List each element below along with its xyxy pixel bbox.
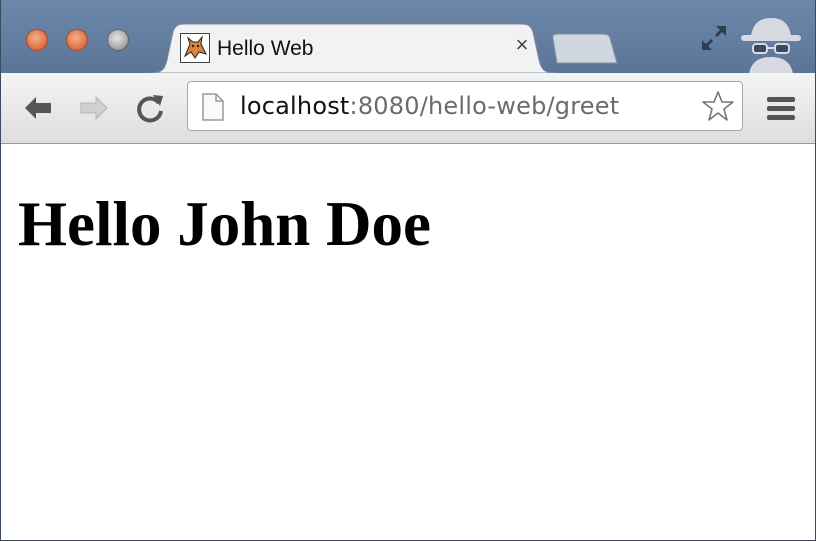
- url-host: localhost: [240, 92, 350, 120]
- incognito-icon: [741, 18, 801, 74]
- page-content: Hello John Doe: [1, 144, 815, 540]
- menu-icon[interactable]: [765, 95, 797, 123]
- back-arrow-icon[interactable]: [21, 91, 55, 125]
- url-text: localhost:8080/hello-web/greet: [240, 92, 619, 120]
- reload-icon[interactable]: [133, 91, 167, 125]
- url-path: :8080/hello-web/greet: [349, 92, 620, 120]
- tab-hello-web[interactable]: Hello Web ×: [151, 24, 555, 73]
- forward-arrow-icon[interactable]: [77, 91, 111, 125]
- star-icon[interactable]: [701, 89, 735, 123]
- tab-close-icon[interactable]: ×: [511, 34, 533, 56]
- tomcat-favicon: [180, 33, 210, 63]
- window-close-button[interactable]: [26, 29, 48, 51]
- page-icon: [202, 93, 224, 121]
- fullscreen-icon[interactable]: [698, 22, 730, 54]
- new-tab-button[interactable]: [551, 33, 619, 65]
- address-bar[interactable]: localhost:8080/hello-web/greet: [187, 81, 743, 131]
- browser-toolbar: localhost:8080/hello-web/greet: [1, 73, 815, 144]
- title-bar: Hello Web ×: [1, 0, 815, 74]
- window-zoom-button[interactable]: [107, 29, 129, 51]
- tab-title: Hello Web: [217, 37, 314, 60]
- browser-window: Hello Web × localhost:8080/hello-web/gre…: [0, 0, 816, 541]
- window-minimize-button[interactable]: [66, 29, 88, 51]
- page-heading: Hello John Doe: [18, 189, 432, 259]
